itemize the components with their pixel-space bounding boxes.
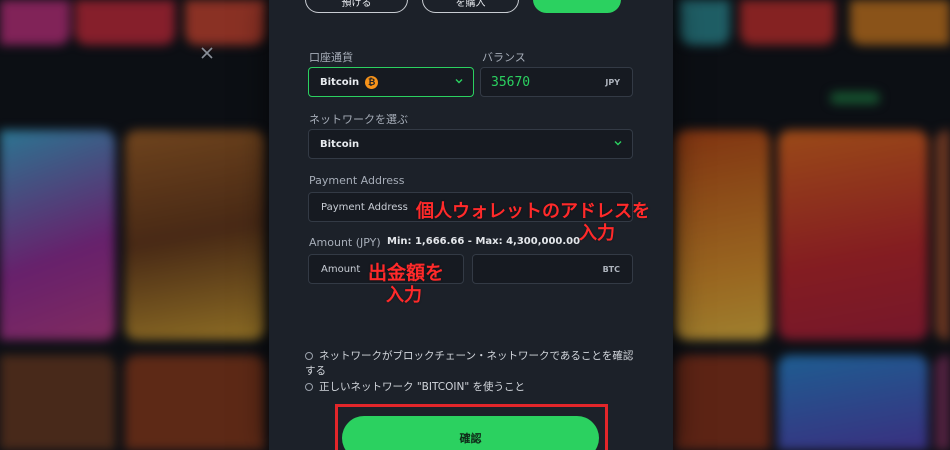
balance-field: 35670 JPY [480,67,633,97]
chevron-down-icon [614,141,622,146]
buy-button-label: を購入 [455,0,486,9]
btc-unit: BTC [602,264,620,274]
checkbox-1-text-cont: する [305,365,326,377]
network-select[interactable]: Bitcoin [308,129,633,159]
balance-label: バランス [482,51,526,64]
chevron-down-icon [455,79,463,84]
network-value: Bitcoin [320,138,360,150]
address-annotation-line2: 入力 [579,223,615,244]
amount-annotation-line2: 入力 [386,285,422,306]
amount-label: Amount (JPY) [309,236,381,249]
radio-icon [305,383,313,391]
confirm-network-checkbox[interactable]: ネットワークがブロックチェーン・ネットワークであることを確認 [305,348,633,363]
correct-network-checkbox[interactable]: 正しいネットワーク "BITCOIN" を使うこと [305,379,525,394]
withdraw-tab-button[interactable] [533,0,621,13]
payment-address-label: Payment Address [309,174,405,187]
confirm-highlight-box [335,404,608,450]
buy-crypto-button[interactable]: を購入 [422,0,519,13]
deposit-button-label: 預ける [341,0,372,9]
network-label: ネットワークを選ぶ [309,113,408,126]
deposit-button[interactable]: 預ける [305,0,408,13]
balance-value: 35670 [491,74,531,90]
checkbox-2-text: 正しいネットワーク "BITCOIN" を使うこと [319,381,525,393]
close-icon[interactable] [200,45,214,59]
bitcoin-icon: ₿ [365,75,379,89]
amount-limits: Min: 1,666.66 - Max: 4,300,000.00 [387,236,581,247]
checkbox-1-text: ネットワークがブロックチェーン・ネットワークであることを確認 [319,350,634,362]
currency-label: 口座通貨 [309,51,353,64]
payment-address-placeholder: Payment Address [321,201,408,213]
currency-value: Bitcoin [320,76,360,88]
amount-btc-input[interactable]: BTC [472,254,633,284]
radio-icon [305,352,313,360]
amount-placeholder: Amount [321,263,361,275]
balance-unit: JPY [605,77,620,87]
currency-select[interactable]: Bitcoin ₿ [308,67,474,97]
